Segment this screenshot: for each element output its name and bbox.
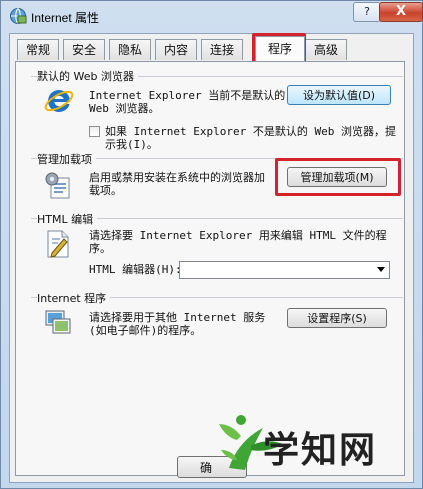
addons-text-2: 载项。 — [89, 184, 122, 197]
internet-programs-text-2: (如电子邮件)的程序。 — [89, 324, 202, 337]
tab-general[interactable]: 常规 — [17, 39, 59, 60]
internet-properties-window: Internet 属性 ? X 常规 安全 隐私 内容 连接 程序 高级 默认的… — [0, 0, 423, 489]
tab-security[interactable]: 安全 — [63, 39, 105, 60]
prompt-default-label-2: 示我(I)。 — [105, 138, 158, 151]
prompt-default-checkbox[interactable] — [89, 126, 100, 137]
window-title: Internet 属性 — [31, 11, 100, 25]
internet-explorer-icon — [44, 90, 74, 112]
addons-gear-icon — [45, 172, 70, 199]
default-browser-text-1: Internet Explorer 当前不是默认的 — [89, 89, 286, 102]
internet-programs-heading: Internet 程序 — [37, 290, 111, 306]
internet-programs-text-1: 请选择要用于其他 Internet 服务 — [89, 311, 266, 324]
tab-connections[interactable]: 连接 — [201, 39, 243, 60]
html-editing-heading: HTML 编辑 — [37, 211, 98, 227]
chevron-down-icon — [377, 267, 385, 272]
set-default-button[interactable]: 设为默认值(D) — [287, 85, 391, 105]
tab-privacy[interactable]: 隐私 — [109, 39, 151, 60]
watermark-text: 学知网 — [263, 430, 378, 471]
tab-content[interactable]: 内容 — [155, 39, 197, 60]
manage-addons-highlight — [275, 158, 401, 196]
globe-icon — [10, 8, 27, 24]
html-editing-text-1: 请选择要 Internet Explorer 用来编辑 HTML 文件的程 — [89, 229, 387, 242]
html-editor-select[interactable] — [179, 261, 390, 279]
title-bar[interactable]: Internet 属性 ? X — [1, 1, 423, 31]
html-editor-label: HTML 编辑器(H): — [89, 263, 182, 276]
programs-icon — [45, 310, 71, 334]
help-button[interactable]: ? — [353, 2, 381, 22]
prompt-default-label-1: 如果 Internet Explorer 不是默认的 Web 浏览器，提 — [105, 125, 396, 138]
tab-programs[interactable]: 程序 — [255, 36, 305, 61]
set-programs-button[interactable]: 设置程序(S) — [287, 308, 387, 328]
html-editing-text-2: 序。 — [89, 242, 111, 255]
addons-text-1: 启用或禁用安装在系统中的浏览器加 — [89, 171, 265, 184]
close-button[interactable]: X — [379, 2, 423, 22]
tab-advanced[interactable]: 高级 — [305, 39, 347, 60]
addons-heading: 管理加载项 — [37, 151, 96, 167]
html-editor-icon — [47, 230, 69, 258]
default-browser-text-2: Web 浏览器。 — [89, 102, 160, 115]
default-browser-heading: 默认的 Web 浏览器 — [37, 68, 138, 84]
